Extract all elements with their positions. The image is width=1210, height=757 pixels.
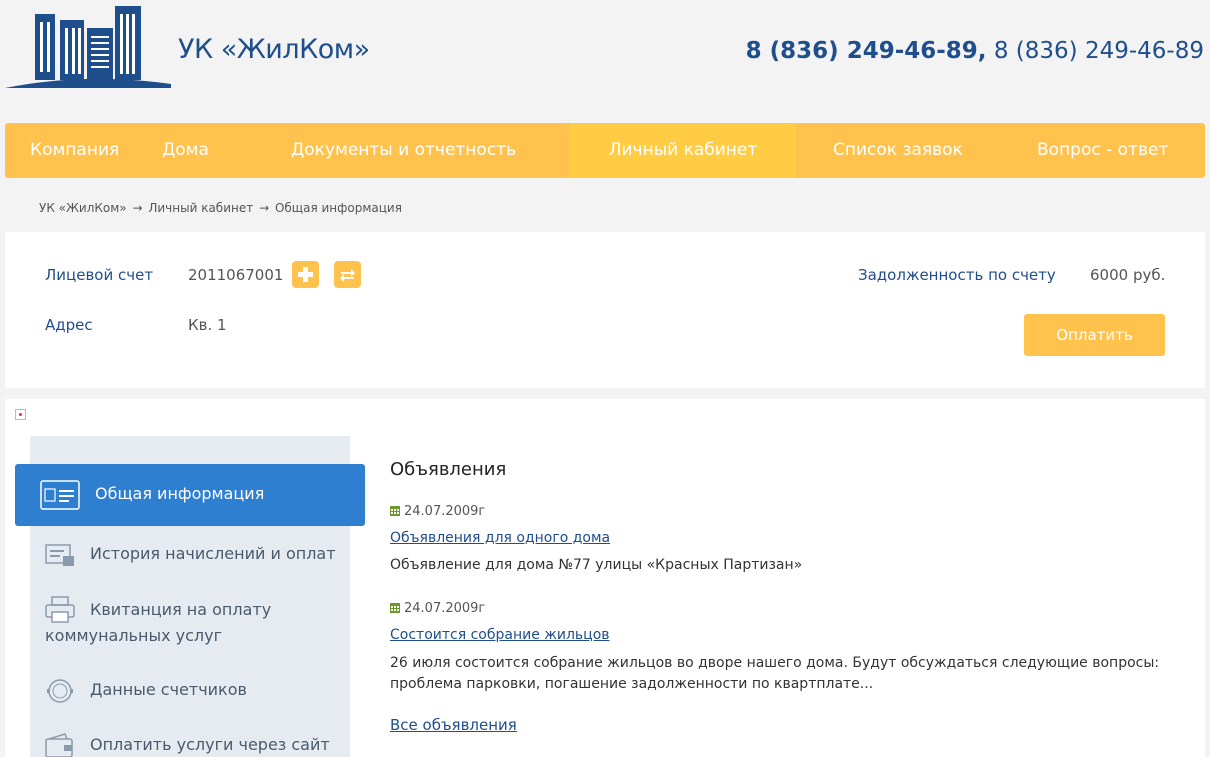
- nav-item-personal-account[interactable]: Личный кабинет: [570, 123, 796, 178]
- breadcrumb-current: Общая информация: [274, 201, 402, 215]
- payment-history-icon: [45, 544, 74, 566]
- all-announcements-link[interactable]: Все объявления: [390, 716, 517, 734]
- news-date-text: 24.07.2009г: [404, 504, 486, 519]
- header: УК «ЖилКом» 8 (836) 249-46-89, 8 (836) 2…: [0, 0, 1210, 110]
- debt-value: 6000 руб.: [1090, 266, 1166, 284]
- switch-icon: [340, 269, 355, 282]
- address-label: Адрес: [45, 316, 93, 334]
- sidebar: Общая информация История начислений и оп…: [15, 436, 365, 757]
- sidebar-item-payment-history[interactable]: История начислений и оплат: [30, 540, 370, 570]
- nav-item-houses[interactable]: Дома: [162, 123, 209, 178]
- breadcrumb-home[interactable]: УК «ЖилКом»: [39, 201, 127, 215]
- sidebar-item-label: История начислений и оплат: [90, 544, 336, 563]
- address-value: Кв. 1: [188, 316, 227, 334]
- calendar-icon: [390, 603, 400, 613]
- company-name[interactable]: УК «ЖилКом»: [178, 34, 370, 65]
- add-account-button[interactable]: [292, 261, 319, 288]
- account-label: Лицевой счет: [45, 266, 154, 284]
- breadcrumb-arrow: →: [259, 201, 270, 215]
- printer-icon: [45, 596, 75, 623]
- calendar-icon: [390, 506, 400, 516]
- phone-primary: 8 (836) 249-46-89,: [745, 38, 987, 64]
- id-card-icon: [40, 480, 80, 510]
- sidebar-item-label: Квитанция на оплату: [90, 600, 272, 619]
- news-title-link[interactable]: Состоится собрание жильцов: [390, 627, 610, 643]
- phone-numbers: 8 (836) 249-46-89, 8 (836) 249-46-89: [746, 38, 1204, 64]
- nav-item-documents[interactable]: Документы и отчетность: [291, 123, 516, 178]
- broken-image-icon: [15, 409, 26, 420]
- account-panel: Лицевой счет 2011067001 Адрес Кв. 1 Задо…: [5, 232, 1205, 388]
- main-content: Общая информация История начислений и оп…: [5, 399, 1205, 757]
- news-date: 24.07.2009г: [390, 601, 485, 616]
- sidebar-item-pay-online[interactable]: Оплатить услуги через сайт: [30, 731, 370, 757]
- breadcrumb: УК «ЖилКом» → Личный кабинет → Общая инф…: [39, 201, 404, 215]
- sidebar-item-general-info[interactable]: Общая информация: [15, 464, 365, 526]
- main-nav: Компания Дома Документы и отчетность Лич…: [5, 123, 1205, 178]
- news-title-link[interactable]: Объявления для одного дома: [390, 530, 610, 546]
- news-date: 24.07.2009г: [390, 504, 485, 519]
- nav-item-requests[interactable]: Список заявок: [833, 123, 963, 178]
- nav-item-faq[interactable]: Вопрос - ответ: [1037, 123, 1168, 178]
- plus-icon: [298, 267, 313, 282]
- meter-icon: [47, 679, 73, 703]
- news-text: Объявление для дома №77 улицы «Красных П…: [390, 557, 803, 573]
- switch-account-button[interactable]: [334, 261, 361, 288]
- account-number: 2011067001: [188, 266, 284, 284]
- sidebar-item-receipt[interactable]: Квитанция на оплату коммунальных услуг: [30, 596, 370, 646]
- breadcrumb-personal-account[interactable]: Личный кабинет: [148, 201, 253, 215]
- news-date-text: 24.07.2009г: [404, 601, 486, 616]
- buildings-logo-icon[interactable]: [5, 6, 171, 88]
- wallet-icon: [45, 733, 73, 757]
- phone-secondary: 8 (836) 249-46-89: [993, 38, 1204, 64]
- pay-button[interactable]: Оплатить: [1024, 314, 1165, 356]
- sidebar-item-label: Общая информация: [95, 484, 265, 503]
- debt-label: Задолженность по счету: [858, 266, 1056, 284]
- sidebar-item-label: Данные счетчиков: [90, 680, 247, 699]
- sidebar-item-label: Оплатить услуги через сайт: [90, 735, 330, 754]
- sidebar-item-label: коммунальных услуг: [45, 626, 222, 645]
- sidebar-item-meter-data[interactable]: Данные счетчиков: [30, 676, 370, 706]
- nav-item-company[interactable]: Компания: [30, 123, 119, 178]
- breadcrumb-arrow: →: [132, 201, 143, 215]
- announcements-title: Объявления: [390, 459, 507, 480]
- news-text: 26 июля состоится собрание жильцов во дв…: [390, 655, 1160, 692]
